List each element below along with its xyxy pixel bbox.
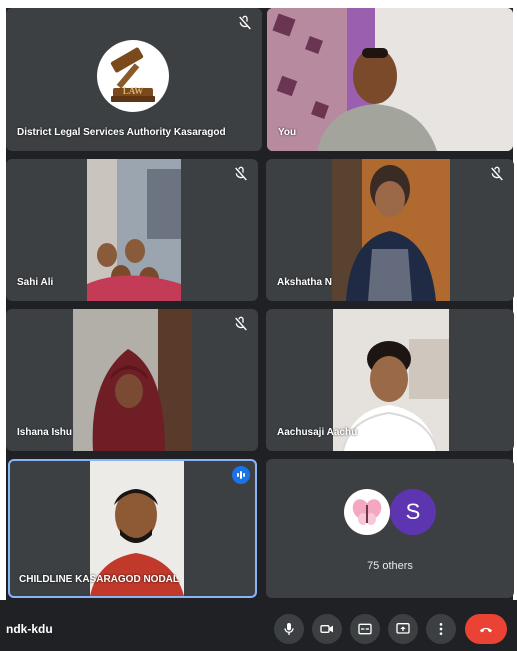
participant-tile-akshatha[interactable]: Akshatha N	[266, 159, 514, 301]
mic-off-icon	[235, 316, 247, 331]
participant-name: Sahi Ali	[17, 277, 54, 288]
participant-name: Ishana Ishu	[17, 427, 73, 438]
end-call-button[interactable]	[465, 614, 507, 644]
meet-stage: LAW District Legal Services Authority Ka…	[0, 0, 517, 651]
call-end-icon	[480, 627, 492, 633]
present-icon	[396, 623, 410, 634]
others-avatar-stack: S	[344, 489, 444, 539]
mic-button[interactable]	[274, 614, 304, 644]
participant-tile-childline[interactable]: CHILDLINE KASARAGOD NODAL	[8, 459, 257, 598]
captions-icon	[358, 623, 372, 635]
camera-button[interactable]	[312, 614, 342, 644]
mic-off-icon	[491, 166, 503, 181]
video-feed	[267, 8, 513, 151]
participant-name: District Legal Services Authority Kasara…	[17, 127, 226, 138]
butterfly-avatar-icon	[344, 489, 390, 535]
participant-name: You	[278, 127, 297, 138]
participant-tile-you[interactable]: You	[267, 8, 513, 151]
law-logo-icon: LAW	[97, 40, 169, 112]
mic-off-icon	[235, 166, 247, 181]
others-count: 75 others	[367, 560, 413, 572]
participant-avatar-letter: S	[390, 489, 436, 535]
top-strip	[0, 0, 517, 8]
participant-name: CHILDLINE KASARAGOD NODAL	[19, 574, 179, 585]
more-vert-icon	[439, 623, 443, 635]
meeting-code: ndk-kdu	[6, 622, 53, 636]
participant-tile-sahi-ali[interactable]: Sahi Ali	[6, 159, 258, 301]
captions-button[interactable]	[350, 614, 380, 644]
participant-name: Aachusaji Aachu	[277, 427, 358, 438]
others-tile[interactable]: S 75 others	[266, 459, 514, 598]
video-feed	[87, 159, 181, 301]
more-options-button[interactable]	[426, 614, 456, 644]
participant-tile-ishana[interactable]: Ishana Ishu	[6, 309, 258, 451]
mic-icon	[284, 623, 294, 635]
video-feed	[73, 309, 192, 451]
bottom-toolbar: ndk-kdu	[0, 600, 517, 651]
logo-text: LAW	[122, 86, 144, 96]
present-button[interactable]	[388, 614, 418, 644]
video-feed	[332, 159, 450, 301]
mic-off-icon	[239, 15, 251, 30]
audio-level-icon	[232, 466, 250, 484]
participant-name: Akshatha N	[277, 277, 333, 288]
participant-tile-dlsa[interactable]: LAW District Legal Services Authority Ka…	[6, 8, 262, 151]
camera-icon	[320, 625, 333, 633]
participant-tile-aachusaji[interactable]: Aachusaji Aachu	[266, 309, 514, 451]
